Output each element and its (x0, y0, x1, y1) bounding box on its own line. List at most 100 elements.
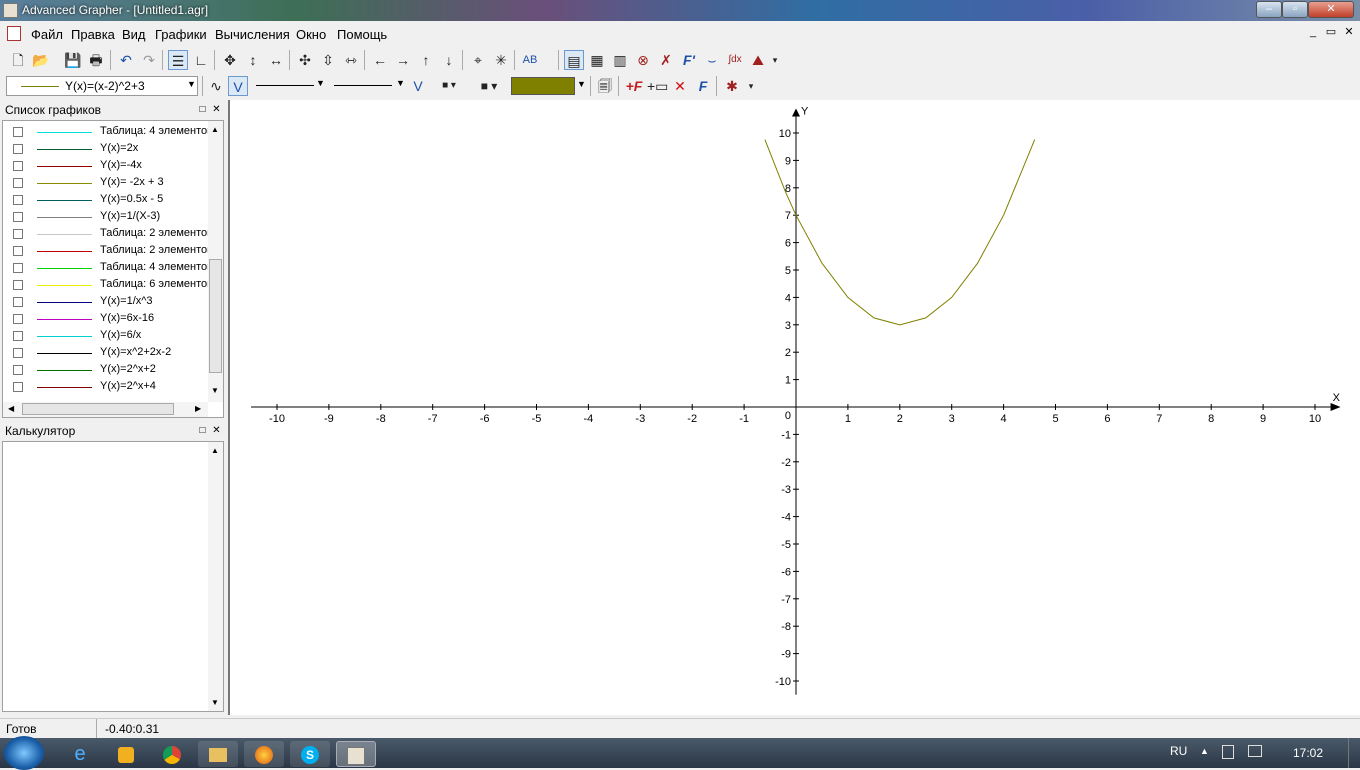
graph-visibility-checkbox[interactable] (13, 246, 23, 256)
regression-icon[interactable]: ⛰ (748, 50, 768, 70)
graph-visibility-checkbox[interactable] (13, 229, 23, 239)
line-type-select[interactable]: ▼ (252, 76, 326, 96)
firefox-icon[interactable] (244, 741, 284, 767)
toolbar-dropdown-icon[interactable]: ▾ (769, 50, 781, 70)
toolbar-dropdown-icon[interactable]: ▾ (745, 76, 757, 96)
scroll-left-icon[interactable]: ← (370, 50, 390, 70)
graph-properties-icon[interactable]: 🗐 (595, 76, 615, 96)
graph-visibility-checkbox[interactable] (13, 178, 23, 188)
close-button[interactable]: ✕ (1308, 1, 1354, 18)
file-explorer-icon[interactable] (198, 741, 238, 767)
axes-icon[interactable]: ∟ (191, 50, 211, 70)
list-item[interactable]: Y(x)=6/x (3, 328, 210, 345)
calculator-area[interactable]: ▲ ▼ (2, 441, 224, 712)
list-item[interactable]: Y(x)=1/(X-3) (3, 209, 210, 226)
graph-svg[interactable]: -10 -9 -8 -7 -6 -5 -4 -3 -2 -1 1 2 3 4 5 6 7 8 9 1010987654… (230, 100, 1360, 715)
panel-close-icon[interactable]: ✕ (211, 105, 222, 116)
text-label-icon[interactable]: AB (520, 50, 540, 70)
scroll-thumb[interactable] (209, 259, 222, 373)
new-file-icon[interactable]: 🗋 (8, 50, 28, 70)
scroll-down-arrow-icon[interactable]: ▼ (211, 386, 219, 395)
menu-window[interactable]: Окно (296, 27, 326, 42)
open-file-icon[interactable]: 📂 (31, 50, 51, 70)
list-item[interactable]: Y(x)=6x-16 (3, 311, 210, 328)
menu-calculations[interactable]: Вычисления (215, 27, 290, 42)
graph-visibility-checkbox[interactable] (13, 331, 23, 341)
list-item[interactable]: Y(x)=0.5x - 5 (3, 192, 210, 209)
graph-visibility-checkbox[interactable] (13, 212, 23, 222)
calculator-vscrollbar[interactable]: ▲ ▼ (208, 442, 223, 711)
graph-visibility-checkbox[interactable] (13, 161, 23, 171)
zoom-in-icon[interactable]: ✣ (295, 50, 315, 70)
mdi-minimize-button[interactable]: _ (1305, 26, 1321, 40)
scroll-down-arrow-icon[interactable]: ▼ (211, 698, 219, 707)
graph-visibility-checkbox[interactable] (13, 144, 23, 154)
vertical-resize-icon[interactable]: ↕ (243, 50, 263, 70)
edit-formula-icon[interactable]: F (693, 76, 713, 96)
chrome-icon[interactable] (152, 741, 192, 767)
maximize-button[interactable]: ▫ (1282, 1, 1308, 18)
tray-device-icon[interactable] (1222, 745, 1234, 759)
list-item[interactable]: Таблица: 6 элементов (3, 277, 213, 294)
line-width-select[interactable]: ▼ (330, 76, 406, 96)
graph-tools-icon[interactable]: ✱ (722, 76, 742, 96)
start-button[interactable] (4, 736, 44, 770)
line-style-icon[interactable]: V (228, 76, 248, 96)
graph-visibility-checkbox[interactable] (13, 195, 23, 205)
derivative-icon[interactable]: F' (679, 50, 699, 70)
scroll-up-arrow-icon[interactable]: ▲ (211, 446, 219, 455)
media-player-icon[interactable] (106, 741, 146, 767)
clock[interactable]: 17:02 (1293, 746, 1323, 760)
list-item[interactable]: Y(x)=2^x+4 (3, 379, 210, 396)
zoom-horizontal-icon[interactable]: ⇿ (341, 50, 361, 70)
graph-list-vscrollbar[interactable]: ▲ ▼ (208, 121, 223, 402)
mdi-restore-button[interactable]: ▭ (1323, 26, 1339, 40)
menu-view[interactable]: Вид (122, 27, 146, 42)
mdi-close-button[interactable]: ✕ (1341, 26, 1357, 40)
save-icon[interactable]: 💾 (63, 50, 83, 70)
curve-style-icon[interactable]: ∿ (206, 76, 226, 96)
marker-select[interactable]: ■ ▾ (432, 76, 466, 96)
add-table-icon[interactable]: +▭ (647, 76, 668, 96)
undo-icon[interactable]: ↶ (116, 50, 136, 70)
list-item[interactable]: Y(x)=x^2+2x-2 (3, 345, 210, 362)
language-indicator[interactable]: RU (1170, 744, 1187, 758)
scroll-up-arrow-icon[interactable]: ▲ (211, 125, 219, 134)
properties-icon[interactable]: ▤ (564, 50, 584, 70)
list-item[interactable]: Y(x)=2x (3, 141, 210, 158)
menu-edit[interactable]: Правка (71, 27, 115, 42)
list-item[interactable]: Таблица: 2 элементов (3, 243, 213, 260)
menu-file[interactable]: Файл (31, 27, 63, 42)
panel-undock-icon[interactable]: □ (197, 426, 208, 437)
graph-list-hscrollbar[interactable]: ◀ ▶ (3, 402, 208, 417)
fit-icon[interactable]: ✳ (491, 50, 511, 70)
scroll-right-icon[interactable]: → (393, 50, 413, 70)
integral-icon[interactable]: ∫dx (725, 50, 745, 70)
panel-undock-icon[interactable]: □ (197, 105, 208, 116)
zoom-vertical-icon[interactable]: ⇳ (318, 50, 338, 70)
delete-graph-icon[interactable]: ✕ (670, 76, 690, 96)
add-formula-icon[interactable]: +F (624, 76, 644, 96)
menu-graphs[interactable]: Графики (155, 27, 207, 42)
skype-icon[interactable]: S (290, 741, 330, 767)
tray-network-icon[interactable] (1248, 745, 1262, 757)
minimize-button[interactable]: – (1256, 1, 1282, 18)
center-icon[interactable]: ⌖ (468, 50, 488, 70)
list-item[interactable]: Таблица: 4 элементов (3, 260, 213, 277)
list-item[interactable]: Y(x)= -2x + 3 (3, 175, 210, 192)
scroll-right-arrow-icon[interactable]: ▶ (195, 404, 201, 413)
title-bar[interactable]: Advanced Grapher - [Untitled1.agr] – ▫ ✕ (0, 0, 1360, 21)
graph-visibility-checkbox[interactable] (13, 297, 23, 307)
color-select[interactable] (511, 77, 575, 95)
internet-explorer-icon[interactable]: e (60, 741, 100, 767)
intersection-icon[interactable]: ✗ (656, 50, 676, 70)
graph-list-toggle-icon[interactable]: ☰ (168, 50, 188, 70)
table-icon[interactable]: ▥ (610, 50, 630, 70)
scroll-left-arrow-icon[interactable]: ◀ (8, 404, 14, 413)
marker-fill-select[interactable]: ■ ▾ (472, 76, 506, 96)
print-icon[interactable]: 🖶 (86, 50, 106, 70)
scroll-down-icon[interactable]: ↓ (439, 50, 459, 70)
graph-visibility-checkbox[interactable] (13, 365, 23, 375)
graph-canvas[interactable]: -10 -9 -8 -7 -6 -5 -4 -3 -2 -1 1 2 3 4 5 6 7 8 9 10 10 9 8 7 6 5 4… (228, 100, 1360, 715)
panel-close-icon[interactable]: ✕ (211, 426, 222, 437)
